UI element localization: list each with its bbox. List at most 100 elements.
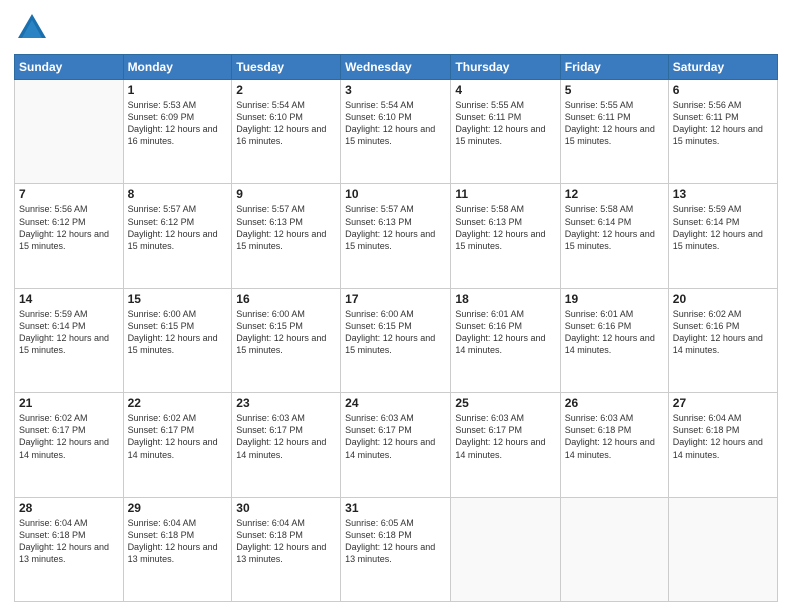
- day-info: Sunrise: 5:55 AMSunset: 6:11 PMDaylight:…: [455, 99, 555, 148]
- day-info: Sunrise: 5:56 AMSunset: 6:12 PMDaylight:…: [19, 203, 119, 252]
- day-info: Sunrise: 6:02 AMSunset: 6:17 PMDaylight:…: [19, 412, 119, 461]
- weekday-header-friday: Friday: [560, 55, 668, 80]
- day-info: Sunrise: 5:58 AMSunset: 6:13 PMDaylight:…: [455, 203, 555, 252]
- day-info: Sunrise: 6:00 AMSunset: 6:15 PMDaylight:…: [345, 308, 446, 357]
- calendar-cell: 19Sunrise: 6:01 AMSunset: 6:16 PMDayligh…: [560, 288, 668, 392]
- header: [14, 10, 778, 46]
- calendar-cell: 27 Sunrise: 6:04 AMSunset: 6:18 PMDayligh…: [668, 393, 777, 497]
- calendar-week-row: 14 Sunrise: 5:59 AMSunset: 6:14 PMDayligh…: [15, 288, 778, 392]
- day-info: Sunrise: 6:04 AMSunset: 6:18 PMDaylight:…: [128, 517, 228, 566]
- day-number: 20: [673, 292, 773, 306]
- day-info: Sunrise: 5:55 AMSunset: 6:11 PMDaylight:…: [565, 99, 664, 148]
- day-number: 31: [345, 501, 446, 515]
- weekday-header-saturday: Saturday: [668, 55, 777, 80]
- calendar-week-row: 28 Sunrise: 6:04 AMSunset: 6:18 PMDayligh…: [15, 497, 778, 601]
- day-info: Sunrise: 6:04 AMSunset: 6:18 PMDaylight:…: [673, 412, 773, 461]
- calendar-cell: 29 Sunrise: 6:04 AMSunset: 6:18 PMDayligh…: [123, 497, 232, 601]
- calendar-cell: 10 Sunrise: 5:57 AMSunset: 6:13 PMDayligh…: [341, 184, 451, 288]
- day-number: 2: [236, 83, 336, 97]
- day-number: 9: [236, 187, 336, 201]
- day-number: 14: [19, 292, 119, 306]
- day-number: 28: [19, 501, 119, 515]
- day-number: 24: [345, 396, 446, 410]
- day-number: 8: [128, 187, 228, 201]
- calendar-cell: 1 Sunrise: 5:53 AMSunset: 6:09 PMDaylight…: [123, 80, 232, 184]
- calendar-cell: 14 Sunrise: 5:59 AMSunset: 6:14 PMDayligh…: [15, 288, 124, 392]
- calendar-week-row: 1 Sunrise: 5:53 AMSunset: 6:09 PMDaylight…: [15, 80, 778, 184]
- day-info: Sunrise: 6:01 AMSunset: 6:16 PMDaylight:…: [455, 308, 555, 357]
- calendar-week-row: 21 Sunrise: 6:02 AMSunset: 6:17 PMDayligh…: [15, 393, 778, 497]
- day-number: 29: [128, 501, 228, 515]
- day-info: Sunrise: 6:00 AMSunset: 6:15 PMDaylight:…: [236, 308, 336, 357]
- weekday-header-thursday: Thursday: [451, 55, 560, 80]
- calendar-cell: 15 Sunrise: 6:00 AMSunset: 6:15 PMDayligh…: [123, 288, 232, 392]
- day-info: Sunrise: 5:54 AMSunset: 6:10 PMDaylight:…: [236, 99, 336, 148]
- day-info: Sunrise: 5:57 AMSunset: 6:12 PMDaylight:…: [128, 203, 228, 252]
- day-number: 11: [455, 187, 555, 201]
- day-info: Sunrise: 5:59 AMSunset: 6:14 PMDaylight:…: [19, 308, 119, 357]
- day-info: Sunrise: 5:57 AMSunset: 6:13 PMDaylight:…: [236, 203, 336, 252]
- calendar-cell: 16 Sunrise: 6:00 AMSunset: 6:15 PMDayligh…: [232, 288, 341, 392]
- day-number: 12: [565, 187, 664, 201]
- calendar-cell: 20 Sunrise: 6:02 AMSunset: 6:16 PMDayligh…: [668, 288, 777, 392]
- day-number: 25: [455, 396, 555, 410]
- day-number: 15: [128, 292, 228, 306]
- day-info: Sunrise: 6:04 AMSunset: 6:18 PMDaylight:…: [236, 517, 336, 566]
- day-info: Sunrise: 6:02 AMSunset: 6:17 PMDaylight:…: [128, 412, 228, 461]
- day-number: 3: [345, 83, 446, 97]
- calendar-cell: 28 Sunrise: 6:04 AMSunset: 6:18 PMDayligh…: [15, 497, 124, 601]
- day-info: Sunrise: 5:53 AMSunset: 6:09 PMDaylight:…: [128, 99, 228, 148]
- logo: [14, 10, 54, 46]
- day-number: 10: [345, 187, 446, 201]
- day-number: 18: [455, 292, 555, 306]
- day-number: 4: [455, 83, 555, 97]
- day-info: Sunrise: 5:58 AMSunset: 6:14 PMDaylight:…: [565, 203, 664, 252]
- calendar-cell: [668, 497, 777, 601]
- day-number: 27: [673, 396, 773, 410]
- logo-icon: [14, 10, 50, 46]
- weekday-header-row: SundayMondayTuesdayWednesdayThursdayFrid…: [15, 55, 778, 80]
- day-info: Sunrise: 6:03 AMSunset: 6:17 PMDaylight:…: [236, 412, 336, 461]
- day-number: 16: [236, 292, 336, 306]
- day-info: Sunrise: 6:05 AMSunset: 6:18 PMDaylight:…: [345, 517, 446, 566]
- day-info: Sunrise: 5:59 AMSunset: 6:14 PMDaylight:…: [673, 203, 773, 252]
- day-number: 6: [673, 83, 773, 97]
- calendar-cell: 25Sunrise: 6:03 AMSunset: 6:17 PMDayligh…: [451, 393, 560, 497]
- calendar-cell: 26Sunrise: 6:03 AMSunset: 6:18 PMDayligh…: [560, 393, 668, 497]
- day-info: Sunrise: 6:01 AMSunset: 6:16 PMDaylight:…: [565, 308, 664, 357]
- calendar-cell: 3 Sunrise: 5:54 AMSunset: 6:10 PMDaylight…: [341, 80, 451, 184]
- weekday-header-tuesday: Tuesday: [232, 55, 341, 80]
- day-number: 13: [673, 187, 773, 201]
- day-info: Sunrise: 6:04 AMSunset: 6:18 PMDaylight:…: [19, 517, 119, 566]
- day-info: Sunrise: 5:57 AMSunset: 6:13 PMDaylight:…: [345, 203, 446, 252]
- calendar-cell: 17Sunrise: 6:00 AMSunset: 6:15 PMDayligh…: [341, 288, 451, 392]
- day-number: 21: [19, 396, 119, 410]
- day-number: 30: [236, 501, 336, 515]
- calendar-cell: 12 Sunrise: 5:58 AMSunset: 6:14 PMDayligh…: [560, 184, 668, 288]
- page: SundayMondayTuesdayWednesdayThursdayFrid…: [0, 0, 792, 612]
- calendar-cell: 2 Sunrise: 5:54 AMSunset: 6:10 PMDaylight…: [232, 80, 341, 184]
- calendar-cell: 7 Sunrise: 5:56 AMSunset: 6:12 PMDaylight…: [15, 184, 124, 288]
- calendar-cell: 9 Sunrise: 5:57 AMSunset: 6:13 PMDaylight…: [232, 184, 341, 288]
- day-info: Sunrise: 6:03 AMSunset: 6:18 PMDaylight:…: [565, 412, 664, 461]
- calendar-cell: [451, 497, 560, 601]
- day-info: Sunrise: 5:56 AMSunset: 6:11 PMDaylight:…: [673, 99, 773, 148]
- day-number: 22: [128, 396, 228, 410]
- calendar-cell: 4 Sunrise: 5:55 AMSunset: 6:11 PMDaylight…: [451, 80, 560, 184]
- day-info: Sunrise: 6:02 AMSunset: 6:16 PMDaylight:…: [673, 308, 773, 357]
- calendar-cell: 5Sunrise: 5:55 AMSunset: 6:11 PMDaylight…: [560, 80, 668, 184]
- weekday-header-sunday: Sunday: [15, 55, 124, 80]
- day-info: Sunrise: 6:03 AMSunset: 6:17 PMDaylight:…: [345, 412, 446, 461]
- day-number: 1: [128, 83, 228, 97]
- calendar-cell: [560, 497, 668, 601]
- day-info: Sunrise: 6:00 AMSunset: 6:15 PMDaylight:…: [128, 308, 228, 357]
- calendar-cell: 13 Sunrise: 5:59 AMSunset: 6:14 PMDayligh…: [668, 184, 777, 288]
- day-info: Sunrise: 5:54 AMSunset: 6:10 PMDaylight:…: [345, 99, 446, 148]
- calendar-cell: 31 Sunrise: 6:05 AMSunset: 6:18 PMDayligh…: [341, 497, 451, 601]
- calendar-cell: 8 Sunrise: 5:57 AMSunset: 6:12 PMDaylight…: [123, 184, 232, 288]
- calendar-cell: 21 Sunrise: 6:02 AMSunset: 6:17 PMDayligh…: [15, 393, 124, 497]
- calendar-cell: 30 Sunrise: 6:04 AMSunset: 6:18 PMDayligh…: [232, 497, 341, 601]
- day-number: 23: [236, 396, 336, 410]
- day-number: 7: [19, 187, 119, 201]
- calendar-cell: 18 Sunrise: 6:01 AMSunset: 6:16 PMDayligh…: [451, 288, 560, 392]
